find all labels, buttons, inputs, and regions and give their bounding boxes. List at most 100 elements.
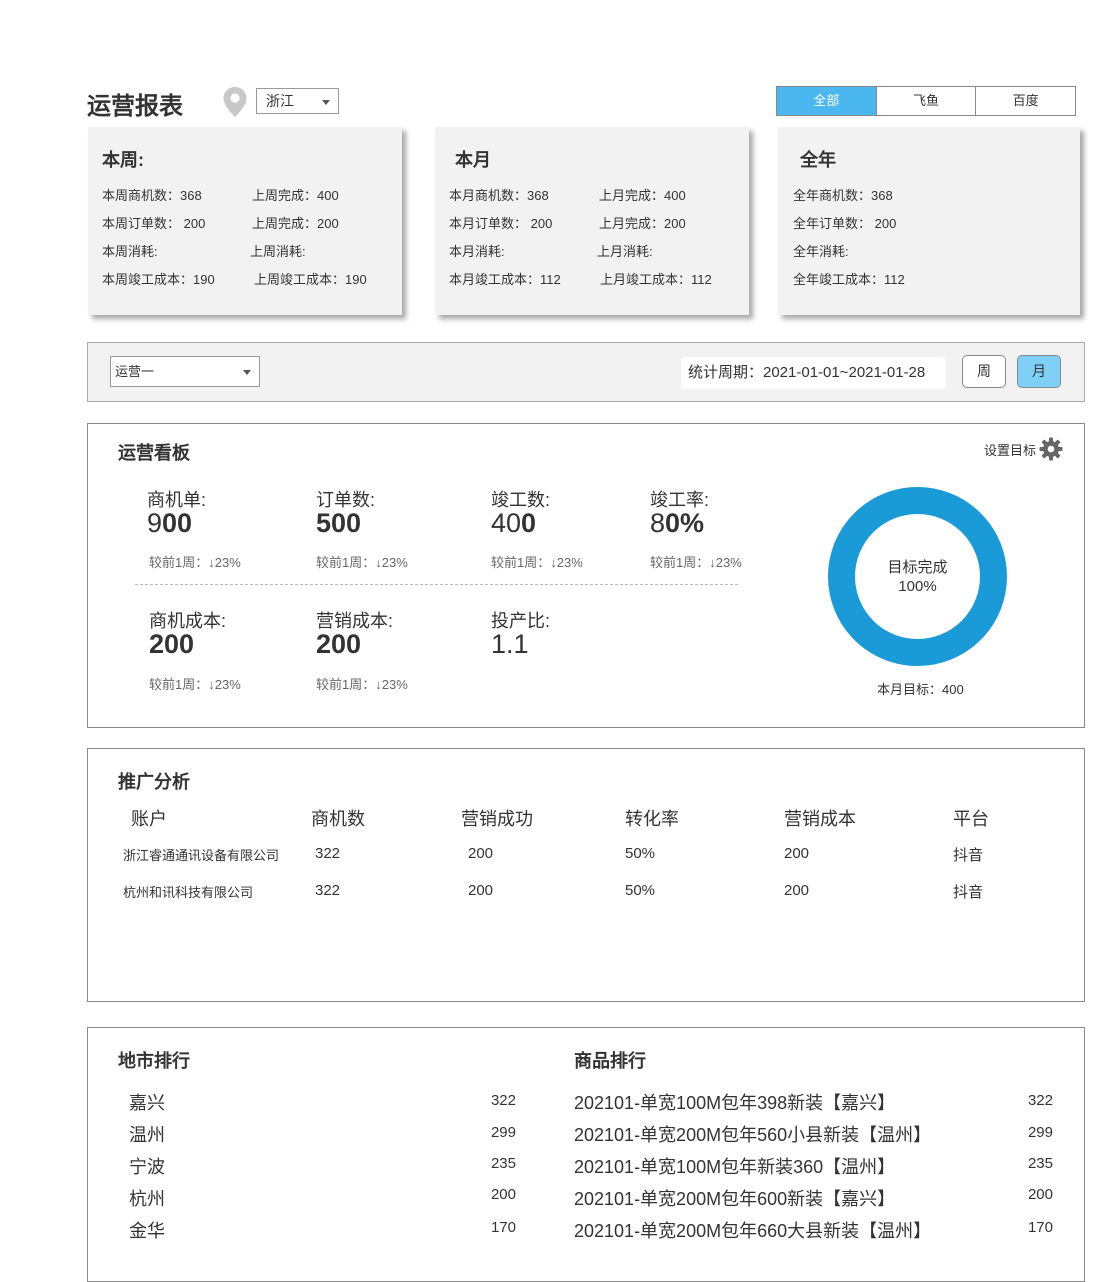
column-header-marketing-success: 营销成功 (461, 809, 533, 829)
column-header-platform: 平台 (953, 809, 989, 829)
product-rank-name: 202101-单宽100M包年新装360【温州】 (574, 1157, 896, 1177)
location-pin-icon (223, 87, 247, 117)
city-rank-title: 地市排行 (118, 1051, 190, 1071)
card-stat: 全年消耗: (793, 244, 849, 259)
metric-value-leads: 900 (147, 508, 193, 538)
column-header-leads: 商机数 (311, 809, 365, 829)
table-cell-success: 200 (468, 845, 494, 862)
set-target-label: 设置目标 (984, 442, 1037, 458)
product-rank-title: 商品排行 (574, 1051, 646, 1071)
card-stat: 本周商机数：368 (102, 188, 202, 203)
metric-compare-lead-cost: 较前1周：↓23% (149, 677, 241, 692)
donut-center-text: 目标完成 100% (857, 558, 978, 596)
donut-percent: 100% (898, 578, 937, 595)
product-rank-name: 202101-单宽200M包年600新装【嘉兴】 (574, 1189, 896, 1209)
card-stat: 上月完成：400 (599, 188, 686, 203)
city-rank-name: 嘉兴 (129, 1093, 165, 1113)
donut-label: 目标完成 (887, 559, 948, 576)
table-cell-account: 浙江睿通通讯设备有限公司 (123, 848, 280, 863)
stat-period: 统计周期：2021-01-01~2021-01-28 (681, 357, 946, 389)
metric-compare-orders: 较前1周：↓23% (316, 555, 408, 570)
metric-value-completion-rate: 80% (650, 508, 705, 538)
city-rank-value: 322 (490, 1092, 516, 1109)
divider (135, 584, 738, 585)
metric-value-orders: 500 (316, 508, 362, 538)
month-summary-card: 本月 本月商机数：368 上月完成：400 本月订单数： 200 上月完成：20… (435, 127, 749, 315)
column-header-conversion: 转化率 (625, 809, 679, 829)
card-stat: 上月完成：200 (599, 216, 686, 231)
city-rank-name: 宁波 (129, 1157, 165, 1177)
card-stat: 本月订单数： 200 (449, 216, 553, 231)
product-rank-value: 235 (1027, 1155, 1053, 1172)
province-select[interactable]: 浙江 (256, 88, 339, 114)
year-summary-card: 全年 全年商机数：368 全年订单数： 200 全年消耗: 全年竣工成本：112 (778, 127, 1080, 315)
card-stat: 上周竣工成本：190 (254, 272, 367, 287)
card-stat: 本月消耗: (449, 244, 505, 259)
province-select-value: 浙江 (266, 93, 294, 109)
tab-all[interactable]: 全部 (777, 87, 876, 115)
table-cell-conversion: 50% (625, 882, 656, 899)
tab-baidu[interactable]: 百度 (975, 87, 1076, 115)
product-rank-value: 322 (1027, 1092, 1053, 1109)
column-header-marketing-cost: 营销成本 (784, 809, 856, 829)
city-rank-value: 170 (490, 1219, 516, 1236)
city-rank-name: 杭州 (129, 1189, 165, 1209)
promotion-panel (87, 748, 1085, 1002)
card-stat: 全年竣工成本：112 (793, 272, 905, 287)
month-target: 本月目标：400 (877, 682, 964, 697)
table-cell-cost: 200 (784, 845, 810, 862)
metric-value-marketing-cost: 200 (316, 629, 362, 659)
operator-select[interactable]: 运营一 (110, 356, 260, 387)
platform-tabs: 全部 飞鱼 百度 (776, 86, 1076, 116)
promotion-title: 推广分析 (118, 772, 190, 792)
metric-value-completed: 400 (491, 508, 537, 538)
card-stat: 全年订单数： 200 (793, 216, 897, 231)
product-rank-value: 170 (1027, 1219, 1053, 1236)
table-cell-cost: 200 (784, 882, 810, 899)
table-cell-success: 200 (468, 882, 494, 899)
table-cell-account: 杭州和讯科技有限公司 (123, 885, 254, 900)
gear-icon (1039, 437, 1063, 461)
week-button[interactable]: 周 (962, 355, 1006, 388)
metric-compare-completed: 较前1周：↓23% (491, 555, 583, 570)
dashboard-title: 运营看板 (118, 443, 190, 463)
product-rank-value: 200 (1027, 1186, 1053, 1203)
product-rank-name: 202101-单宽100M包年398新装【嘉兴】 (574, 1093, 896, 1113)
metric-compare-leads: 较前1周：↓23% (149, 555, 241, 570)
operator-select-value: 运营一 (115, 364, 155, 379)
card-stat: 本月商机数：368 (449, 188, 549, 203)
card-stat: 本周消耗: (102, 244, 158, 259)
card-stat: 本月竣工成本：112 (449, 272, 561, 287)
card-stat: 全年商机数：368 (793, 188, 893, 203)
column-header-account: 账户 (131, 809, 167, 829)
card-title: 全年 (800, 150, 836, 170)
city-rank-name: 温州 (129, 1125, 165, 1145)
card-stat: 上月消耗: (597, 244, 653, 259)
card-stat: 本周竣工成本：190 (102, 272, 215, 287)
metric-compare-marketing-cost: 较前1周：↓23% (316, 677, 408, 692)
city-rank-name: 金华 (129, 1221, 165, 1241)
month-button[interactable]: 月 (1017, 355, 1061, 388)
table-cell-conversion: 50% (625, 845, 656, 862)
card-stat: 上周完成：400 (252, 188, 339, 203)
table-cell-leads: 322 (315, 845, 341, 862)
card-title: 本周: (102, 150, 144, 170)
card-stat: 上周完成：200 (252, 216, 339, 231)
week-summary-card: 本周: 本周商机数：368 上周完成：400 本周订单数： 200 上周完成：2… (88, 127, 402, 315)
card-stat: 上月竣工成本：112 (600, 272, 712, 287)
tab-feiyu[interactable]: 飞鱼 (875, 87, 976, 115)
chevron-down-icon (322, 100, 330, 105)
product-rank-name: 202101-单宽200M包年560小县新装【温州】 (574, 1125, 932, 1145)
chevron-down-icon (243, 370, 251, 375)
product-rank-name: 202101-单宽200M包年660大县新装【温州】 (574, 1221, 932, 1241)
card-stat: 本周订单数： 200 (102, 216, 206, 231)
metric-value-roi: 1.1 (491, 629, 529, 659)
table-cell-platform: 抖音 (953, 847, 984, 864)
metric-value-lead-cost: 200 (149, 629, 195, 659)
city-rank-value: 200 (490, 1186, 516, 1203)
city-rank-value: 235 (490, 1155, 516, 1172)
city-rank-value: 299 (490, 1124, 516, 1141)
table-cell-leads: 322 (315, 882, 341, 899)
product-rank-value: 299 (1027, 1124, 1053, 1141)
set-target-button[interactable]: 设置目标 (984, 437, 1063, 461)
